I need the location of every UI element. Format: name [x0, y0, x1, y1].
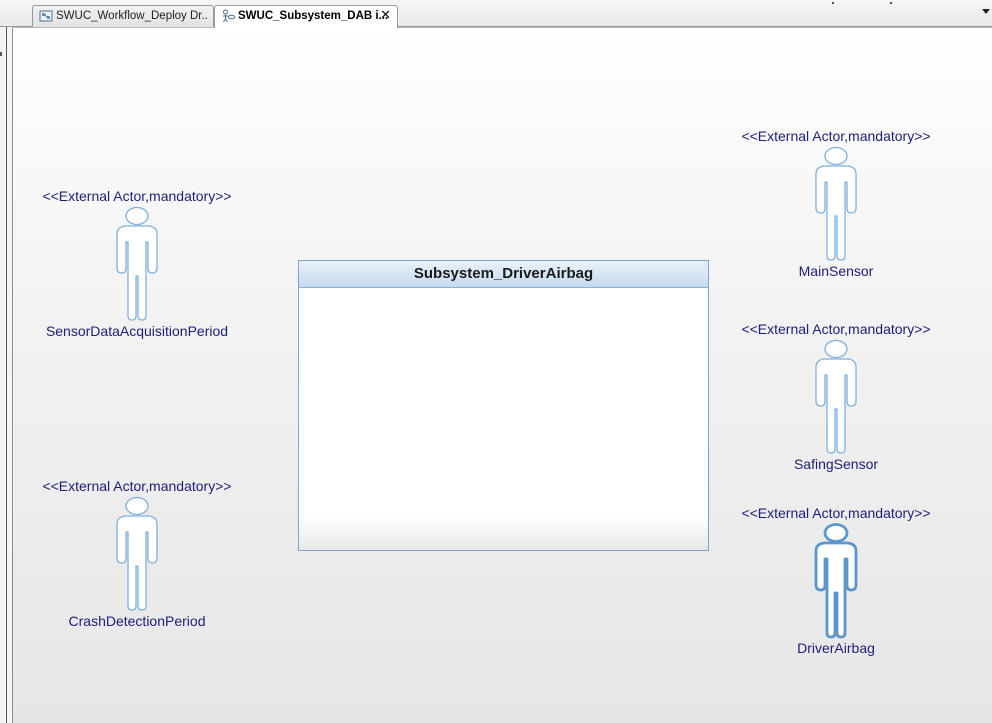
actor-stereotype: <<External Actor,mandatory>>	[741, 505, 931, 521]
chevron-down-icon[interactable]	[982, 9, 990, 14]
actor-figure-icon	[814, 523, 858, 639]
actor-figure-icon	[116, 206, 158, 321]
subsystem-boundary[interactable]: Subsystem_DriverAirbag	[298, 260, 709, 551]
close-icon[interactable]: ✕	[380, 6, 391, 26]
actor-name: SensorDataAcquisitionPeriod	[45, 323, 229, 339]
subsystem-title: Subsystem_DriverAirbag	[299, 261, 708, 288]
use-case-diagram-icon	[223, 9, 235, 23]
actor-crash-detection-period[interactable]: <<External Actor,mandatory>> CrashDetect…	[22, 478, 252, 629]
gutter-divider	[6, 27, 7, 723]
corner-mark	[890, 2, 892, 4]
actor-stereotype: <<External Actor,mandatory>>	[42, 188, 232, 204]
actor-stereotype: <<External Actor,mandatory>>	[42, 478, 232, 494]
actor-figure-icon	[815, 339, 857, 454]
actor-main-sensor[interactable]: <<External Actor,mandatory>> MainSensor	[721, 128, 951, 279]
actor-name: MainSensor	[798, 263, 874, 279]
gutter-marker	[0, 52, 2, 56]
actor-figure-icon	[116, 496, 158, 611]
corner-mark	[832, 2, 834, 4]
actor-driver-airbag[interactable]: <<External Actor,mandatory>> DriverAirba…	[721, 505, 951, 656]
actor-name: SafingSensor	[793, 456, 879, 472]
actor-safing-sensor[interactable]: <<External Actor,mandatory>> SafingSenso…	[721, 321, 951, 472]
workflow-diagram-icon	[39, 10, 53, 22]
editor-tab-bar: SWUC_Workflow_Deploy Dr.. SWUC_Subsystem…	[0, 0, 992, 28]
tab-subsystem-dab[interactable]: SWUC_Subsystem_DAB i... ✕	[214, 5, 398, 28]
actor-sensor-data-acquisition-period[interactable]: <<External Actor,mandatory>> SensorDataA…	[22, 188, 252, 339]
actor-name: DriverAirbag	[797, 640, 875, 656]
tab-label: SWUC_Subsystem_DAB i...	[238, 10, 389, 22]
tab-label: SWUC_Workflow_Deploy Dr..	[56, 10, 208, 22]
actor-figure-icon	[815, 146, 857, 261]
actor-stereotype: <<External Actor,mandatory>>	[741, 128, 931, 144]
actor-stereotype: <<External Actor,mandatory>>	[741, 321, 931, 337]
actor-name: CrashDetectionPeriod	[68, 613, 206, 629]
diagram-editor: SWUC_Workflow_Deploy Dr.. SWUC_Subsystem…	[0, 0, 992, 723]
tab-workflow-deploy[interactable]: SWUC_Workflow_Deploy Dr..	[32, 5, 214, 27]
